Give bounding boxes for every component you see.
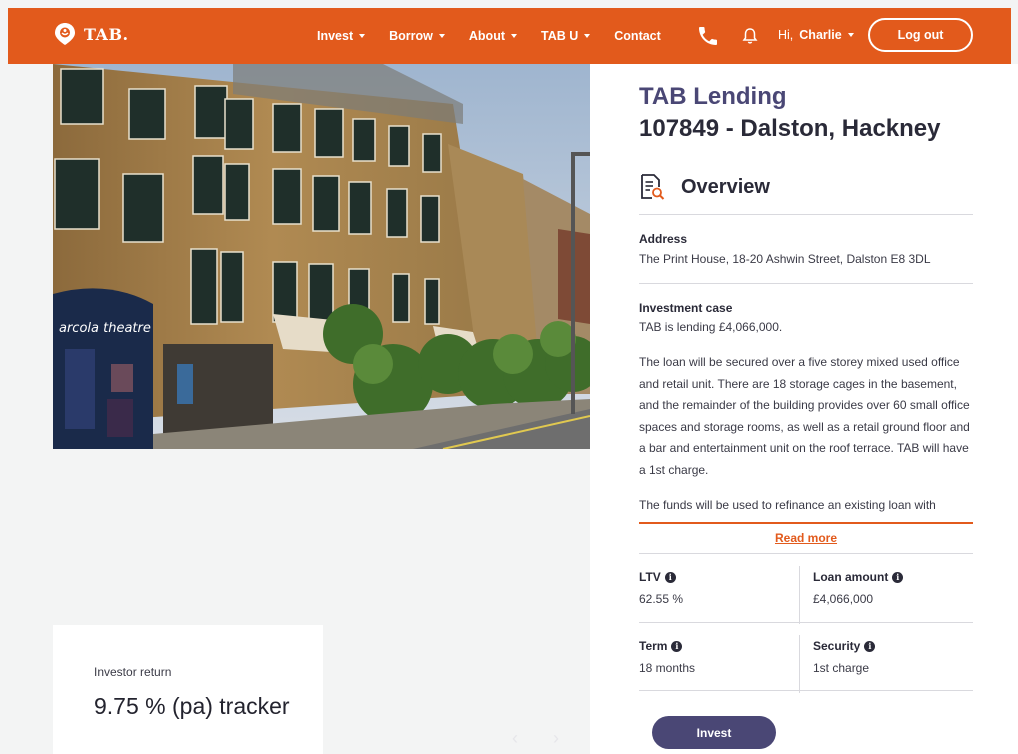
loan-amount-stat: Loan amount i £4,066,000 (813, 570, 904, 606)
chevron-down-icon (584, 34, 591, 38)
menu-contact[interactable]: Contact (614, 29, 661, 43)
chevron-down-icon (438, 34, 445, 38)
ltv-value: 62.55 % (639, 592, 684, 606)
investor-return-card: Investor return 9.75 % (pa) tracker (53, 625, 323, 754)
logout-button[interactable]: Log out (868, 18, 973, 52)
ltv-label: LTV (639, 570, 661, 584)
info-icon[interactable]: i (664, 571, 676, 583)
info-icon[interactable]: i (671, 640, 683, 652)
menu-tab-u-label: TAB U (541, 29, 579, 43)
top-navbar: TAB. Invest Borrow About TAB U Contact H… (8, 8, 1011, 64)
security-value: 1st charge (813, 661, 870, 675)
chevron-right-icon[interactable]: › (553, 728, 559, 749)
term-stat: Term i 18 months (639, 639, 695, 675)
user-name: Charlie (799, 28, 842, 42)
signage-text: arcola theatre (59, 321, 151, 336)
menu-borrow-label: Borrow (389, 29, 433, 43)
menu-invest[interactable]: Invest (317, 29, 366, 43)
brand-logo[interactable]: TAB. (54, 22, 129, 46)
address-value: The Print House, 18-20 Ashwin Street, Da… (639, 252, 931, 266)
investment-case-lead: TAB is lending £4,066,000. (639, 320, 783, 334)
overview-title: Overview (681, 175, 770, 198)
menu-tab-u[interactable]: TAB U (541, 29, 591, 43)
menu-contact-label: Contact (614, 29, 661, 43)
term-label: Term (639, 639, 668, 653)
read-more-link[interactable]: Read more (590, 531, 1018, 545)
divider (639, 214, 973, 215)
investment-case-label: Investment case (639, 301, 733, 315)
divider (639, 522, 973, 524)
property-photo: arcola theatre (53, 64, 590, 449)
divider (799, 635, 800, 693)
lender-name: TAB Lending (639, 83, 787, 110)
phone-icon[interactable] (696, 24, 720, 48)
chevron-left-icon[interactable]: ‹ (512, 728, 518, 749)
info-icon[interactable]: i (892, 571, 904, 583)
investment-case-paragraph: The funds will be used to refinance an e… (639, 498, 936, 512)
divider (639, 553, 973, 554)
divider (639, 690, 973, 691)
chevron-down-icon (511, 34, 517, 38)
bell-icon[interactable] (742, 27, 758, 45)
security-label: Security (813, 639, 861, 653)
menu-about[interactable]: About (469, 29, 517, 43)
loan-title: 107849 - Dalston, Hackney (639, 115, 941, 142)
investment-case-body: The loan will be secured over a five sto… (639, 352, 975, 526)
user-menu[interactable]: Hi, Charlie (778, 28, 854, 42)
loan-amount-value: £4,066,000 (813, 592, 874, 606)
address-label: Address (639, 232, 688, 246)
menu-about-label: About (468, 29, 505, 43)
greeting-prefix: Hi, (778, 28, 794, 42)
investment-case-paragraph: The loan will be secured over a five sto… (639, 355, 970, 477)
loan-amount-label: Loan amount (813, 570, 889, 584)
info-icon[interactable]: i (864, 640, 876, 652)
chevron-down-icon (359, 34, 366, 38)
menu-invest-label: Invest (317, 29, 354, 43)
menu-borrow[interactable]: Borrow (389, 29, 445, 43)
invest-button[interactable]: Invest (652, 716, 776, 749)
overview-heading: Overview (639, 173, 770, 201)
document-search-icon (641, 174, 665, 200)
security-stat: Security i 1st charge (813, 639, 876, 675)
main-menu: Invest Borrow About TAB U Contact (317, 8, 685, 64)
term-value: 18 months (639, 661, 696, 675)
divider (799, 566, 800, 624)
divider (639, 622, 973, 623)
investor-return-label: Investor return (94, 665, 172, 679)
chevron-down-icon (847, 33, 854, 37)
brand-name: TAB. (84, 24, 129, 44)
loan-details-panel: TAB Lending 107849 - Dalston, Hackney Ov… (590, 64, 1018, 754)
divider (639, 283, 973, 284)
ltv-stat: LTV i 62.55 % (639, 570, 683, 606)
investor-return-value: 9.75 % (pa) tracker (94, 693, 290, 719)
location-pin-icon (55, 23, 75, 45)
